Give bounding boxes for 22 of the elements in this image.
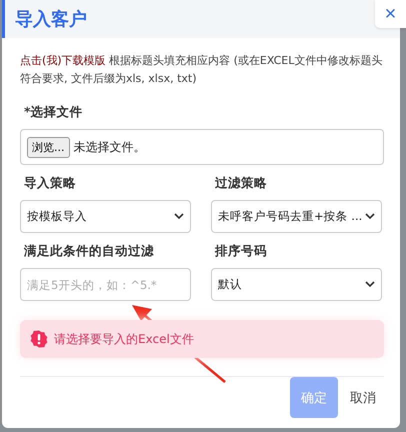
instructions-text: 点击(我)下载模版 根据标题头填充相应内容 (或在EXCEL文件中修改标题头符合要求, 文件后缀为xls, xlsx, txt): [20, 53, 384, 87]
alert-message: 请选择要导入的Excel文件: [54, 330, 194, 348]
alert-icon: [30, 330, 48, 348]
field-label: *选择文件: [24, 104, 84, 121]
select-dropdown[interactable]: 按模板导入: [20, 200, 191, 233]
field-label: 满足此条件的自动过滤: [24, 243, 155, 260]
chevron-down-icon: [365, 281, 375, 288]
file-input[interactable]: 浏览... 未选择文件。: [20, 129, 384, 165]
browse-button[interactable]: 浏览...: [27, 136, 70, 158]
file-status-text: 未选择文件。: [74, 138, 146, 156]
download-template-link[interactable]: 点击(我)下载模版: [20, 54, 106, 67]
field-label: 导入策略: [24, 175, 77, 192]
filter-input-field[interactable]: 满足5开头的，如：^5.*: [20, 268, 191, 301]
chevron-down-icon: [174, 213, 184, 220]
cancel-button[interactable]: 取消: [342, 377, 384, 418]
select-dropdown[interactable]: 默认: [211, 268, 382, 301]
field-label: 过滤策略: [215, 175, 268, 192]
dialog-title: 导入客户: [15, 8, 87, 31]
close-button[interactable]: ×: [375, 0, 406, 28]
field-label: 排序号码: [215, 243, 268, 260]
select-dropdown[interactable]: 未呼客户号码去重+按条 ...: [211, 200, 382, 233]
chevron-down-icon: [365, 213, 375, 220]
